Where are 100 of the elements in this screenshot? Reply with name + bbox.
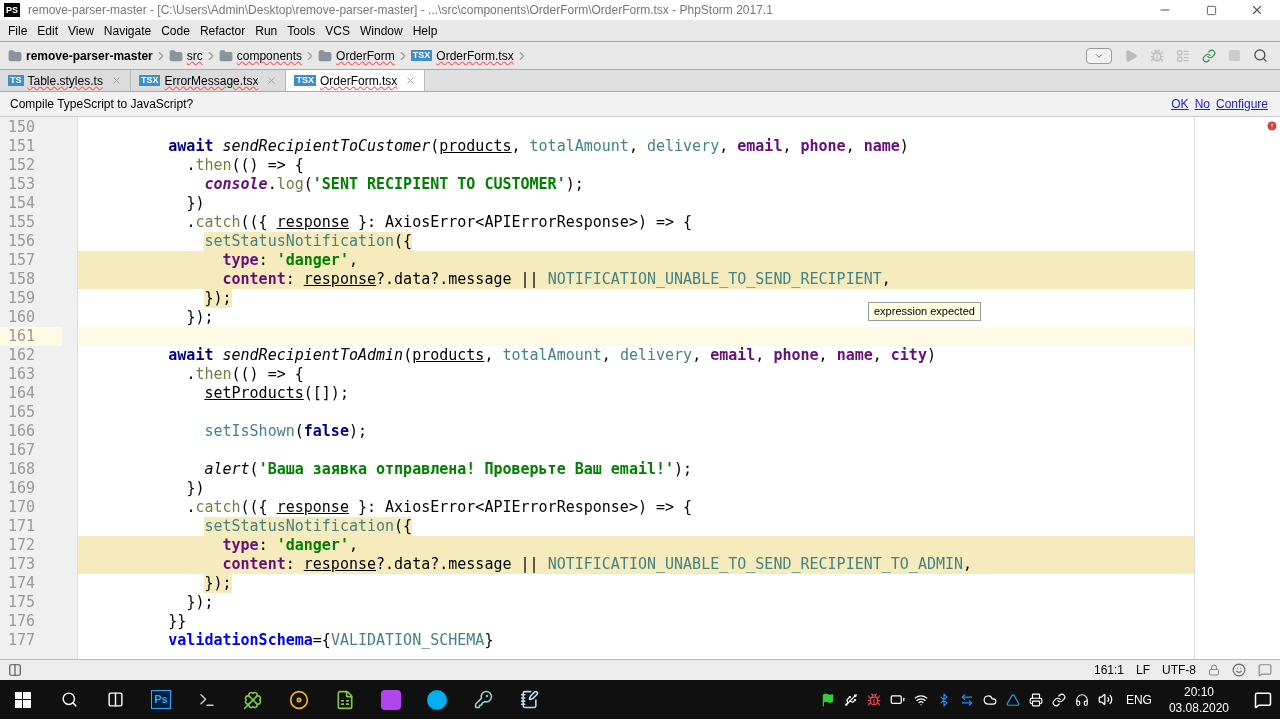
menu-item[interactable]: View	[64, 21, 98, 40]
breadcrumb[interactable]: src	[186, 46, 203, 65]
folder-icon	[318, 48, 333, 63]
editor-tab[interactable]: TSX ErrorMessage.tsx	[130, 70, 287, 91]
line-number: 161	[0, 327, 62, 346]
tab-label[interactable]: ErrorMessage.tsx	[164, 71, 259, 90]
clock[interactable]: 20:10 03.08.2020	[1164, 683, 1233, 716]
line-number: 164	[7, 384, 37, 403]
windows-logo-icon[interactable]	[15, 691, 31, 708]
line-number: 173	[7, 555, 37, 574]
menu-item[interactable]: Code	[157, 21, 194, 40]
printer-icon[interactable]	[1028, 692, 1043, 707]
notification-link[interactable]: OK	[1171, 95, 1189, 113]
code-line: alert('Ваша заявка отправлена! Проверьте Ваш email!');	[204, 460, 693, 479]
breadcrumb[interactable]: remove-parser-master	[26, 46, 153, 65]
notification-link[interactable]: Configure	[1215, 95, 1268, 113]
code-line: setProducts([]);	[204, 384, 349, 403]
breadcrumb[interactable]: components	[236, 46, 303, 65]
line-number: 159	[7, 289, 37, 308]
line-number: 170	[7, 498, 37, 517]
maximize-icon[interactable]	[1205, 4, 1217, 16]
caret-position[interactable]: 161:1	[1093, 661, 1124, 679]
line-number: 151	[7, 137, 37, 156]
flag-icon[interactable]	[820, 692, 835, 707]
line-number: 166	[7, 422, 37, 441]
line-number: 176	[7, 612, 37, 631]
link-icon[interactable]	[1051, 692, 1066, 707]
breadcrumb[interactable]: OrderForm	[336, 46, 395, 65]
code-line: validationSchema={VALIDATION_SCHEMA}	[168, 631, 494, 650]
line-number: 154	[7, 194, 37, 213]
dropdown-button[interactable]	[1086, 47, 1112, 64]
file-type-badge: TS	[8, 75, 24, 86]
window-title: remove-parser-master - [C:\Users\Admin\Desktop\remove-parser-master] - ...\src\components\OrderForm\OrderForm.tsx - PhpStorm 2017.1	[28, 2, 773, 19]
menu-item[interactable]: Refactor	[195, 21, 250, 40]
spreadsheet-icon[interactable]	[335, 689, 355, 710]
code-line: });	[186, 593, 214, 612]
code-line: await sendRecipientToAdmin(products, totalAmount, delivery, email, phone, name, city)	[168, 346, 936, 365]
menu-item[interactable]: Navigate	[99, 21, 156, 40]
breadcrumb[interactable]: OrderForm.tsx	[436, 46, 514, 65]
cloud-icon[interactable]	[982, 692, 997, 707]
code-line: console.log('SENT RECIPIENT TO CUSTOMER');	[204, 175, 584, 194]
line-number: 172	[7, 536, 37, 555]
code-line: }}	[168, 612, 187, 631]
clover-icon[interactable]	[243, 689, 263, 710]
menu-item[interactable]: Help	[408, 21, 442, 40]
code-line: })	[186, 194, 205, 213]
editor-tab[interactable]: TS Table.styles.ts	[0, 70, 131, 91]
file-type-badge: TSX	[138, 75, 161, 86]
code-line: .catch(({ response }: AxiosError<APIErrorResponse>) => {	[186, 498, 693, 517]
line-number: 156	[7, 232, 37, 251]
line-number: 168	[7, 460, 37, 479]
line-number: 162	[7, 346, 37, 365]
key-icon[interactable]	[473, 690, 493, 709]
close-tab-icon[interactable]	[405, 75, 417, 86]
lock-icon[interactable]	[1208, 664, 1220, 676]
line-number: 160	[7, 308, 37, 327]
tab-label[interactable]: Table.styles.ts	[27, 71, 103, 90]
code-line: .catch(({ response }: AxiosError<APIErrorResponse>) => {	[186, 213, 693, 232]
input-language[interactable]: ENG	[1121, 690, 1156, 709]
volume-icon[interactable]	[1097, 692, 1113, 707]
line-number: 153	[7, 175, 37, 194]
notifications-icon[interactable]	[1254, 690, 1272, 709]
file-encoding[interactable]: UTF-8	[1162, 661, 1196, 679]
disc-icon[interactable]	[289, 689, 309, 710]
headphones-icon[interactable]	[1074, 692, 1089, 707]
triangle-icon[interactable]	[1005, 692, 1020, 707]
face-icon[interactable]	[1232, 663, 1246, 677]
menu-item[interactable]: Edit	[33, 21, 63, 40]
panel-toggle-icon[interactable]	[8, 663, 22, 677]
task-view-icon[interactable]	[106, 691, 124, 708]
folder-icon	[218, 48, 233, 63]
menu-item[interactable]: Window	[355, 21, 407, 40]
line-separator[interactable]: LF	[1136, 661, 1150, 679]
line-number: 152	[7, 156, 37, 175]
folder-icon	[8, 48, 22, 63]
search-icon[interactable]	[60, 691, 78, 708]
search-icon[interactable]	[1253, 48, 1268, 63]
file-type-badge: TSX	[410, 50, 433, 61]
bug-icon[interactable]	[866, 692, 881, 707]
line-number: 175	[7, 593, 37, 612]
arrows-icon[interactable]	[959, 692, 974, 707]
usb-icon[interactable]	[843, 692, 858, 707]
notepad-icon[interactable]	[519, 690, 539, 709]
app-icon[interactable]	[381, 689, 401, 710]
taskbar-app-icon[interactable]: Ps	[151, 690, 171, 709]
wifi-icon[interactable]	[913, 692, 928, 707]
close-icon[interactable]	[1250, 3, 1264, 17]
menu-item[interactable]: File	[4, 21, 32, 40]
tab-label[interactable]: OrderForm.tsx	[319, 71, 398, 90]
error-tooltip: expression expected	[868, 302, 981, 321]
editor-tab[interactable]: TSX OrderForm.tsx	[286, 70, 426, 91]
menu-item[interactable]: VCS	[321, 21, 354, 40]
battery-icon[interactable]	[889, 692, 905, 707]
menu-item[interactable]: Run	[251, 21, 282, 40]
notification-link[interactable]: No	[1194, 95, 1210, 113]
line-number: 158	[7, 270, 37, 289]
menu-item[interactable]: Tools	[283, 21, 320, 40]
line-number: 171	[7, 517, 37, 536]
code-line: .then(() => {	[186, 365, 304, 384]
line-number: 177	[7, 631, 37, 650]
